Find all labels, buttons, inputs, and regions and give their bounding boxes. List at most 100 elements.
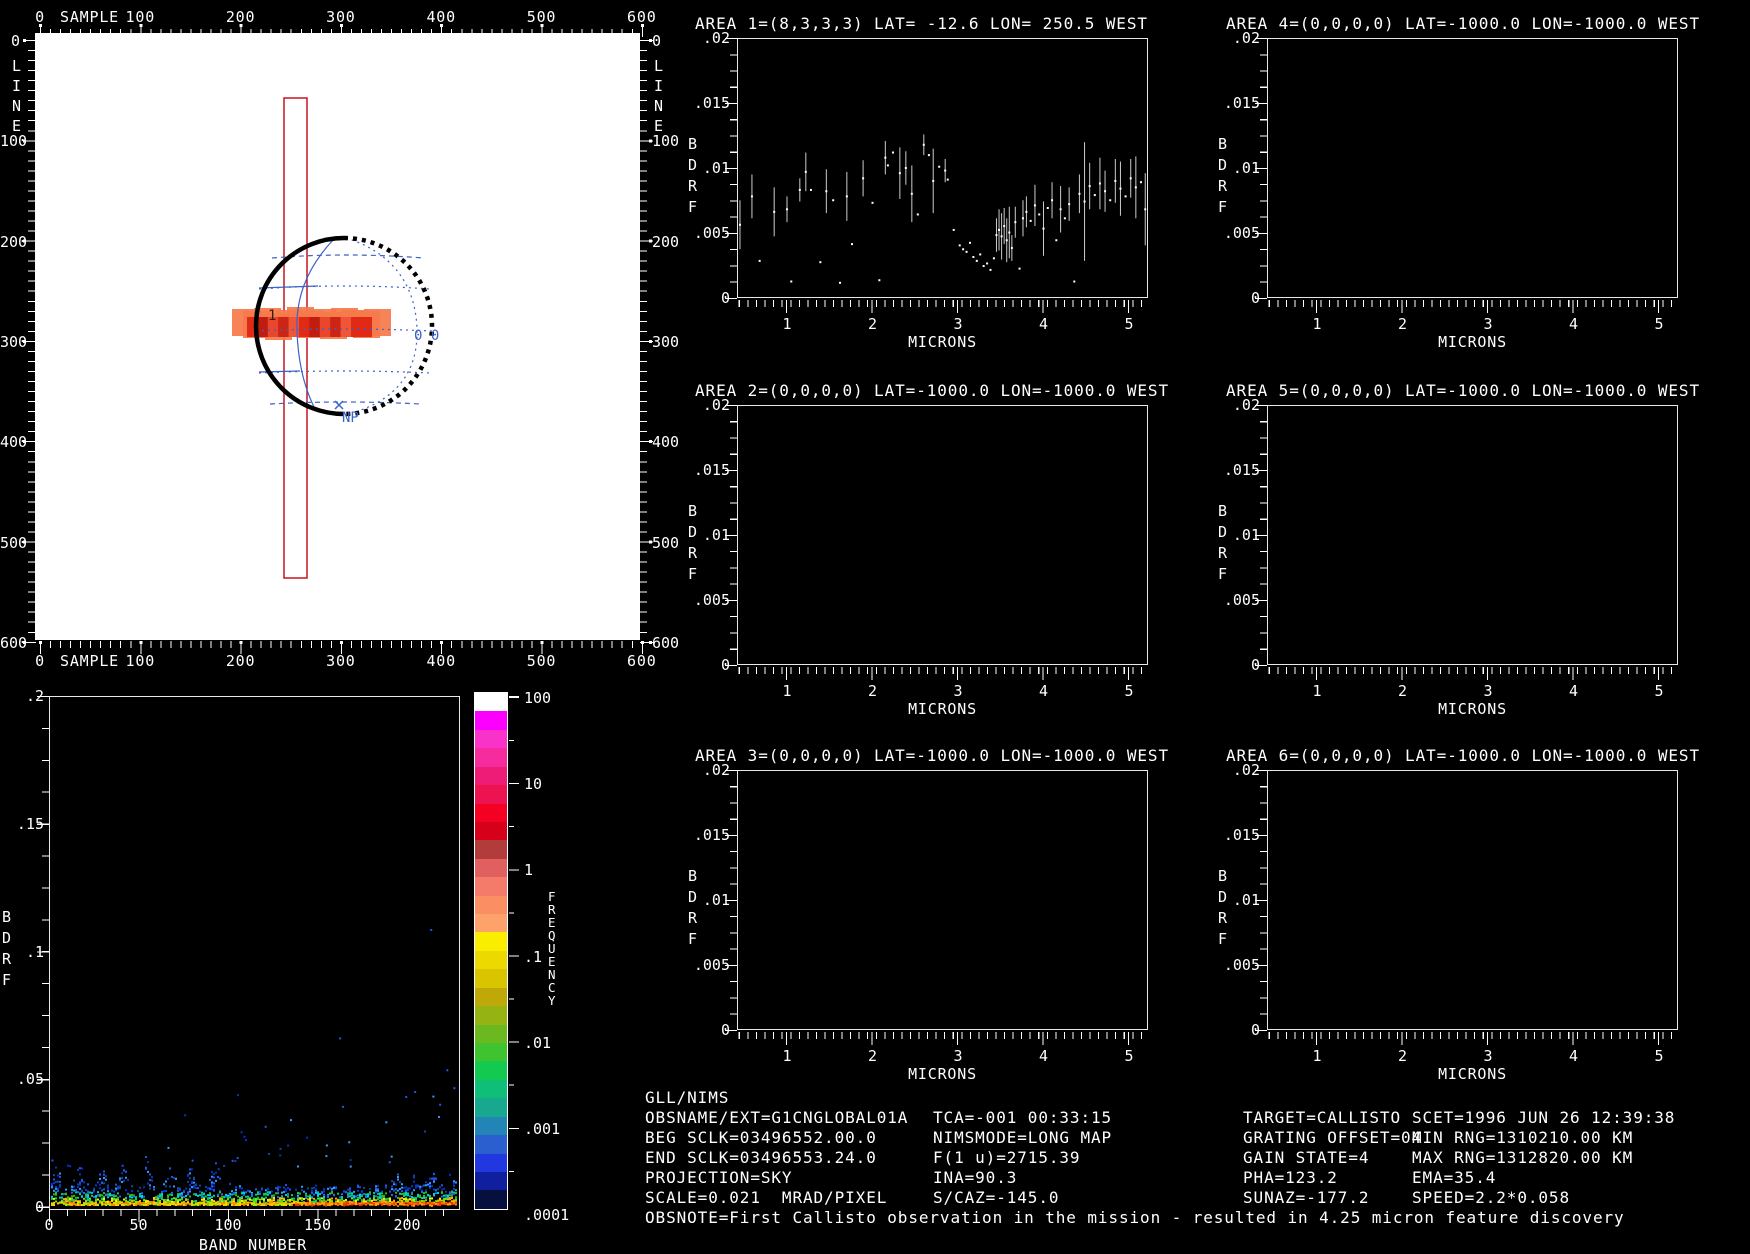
spectrum-y-major-ticks — [725, 38, 737, 299]
density-y-tick-label: .15 — [16, 814, 44, 833]
colorbar-tick-label: 100 — [524, 689, 552, 707]
spectrum-y-tick-label: .01 — [702, 159, 730, 177]
colorbar-tick-label: 1 — [524, 861, 534, 880]
spectrum-title-area-2: AREA 2=(0,0,0,0) LAT=-1000.0 LON=-1000.0… — [695, 381, 1169, 400]
spectrum-y-axis-label: BDRF — [688, 502, 698, 583]
spectrum-x-tick-label: 4 — [1568, 315, 1579, 333]
info-field: GAIN STATE=4 — [1243, 1148, 1370, 1167]
spectrum-x-tick-label: 4 — [1568, 1047, 1579, 1065]
info-field: NIMSMODE=LONG MAP — [933, 1128, 1113, 1147]
info-field: MAX RNG=1312820.00 KM — [1412, 1148, 1634, 1167]
spectrum-x-axis-label: MICRONS — [1438, 700, 1507, 718]
info-obsnote: OBSNOTE=First Callisto observation in th… — [645, 1208, 1625, 1227]
spectrum-x-tick-label: 2 — [1397, 682, 1408, 700]
spectrum-x-tick-label: 5 — [1654, 1047, 1664, 1065]
colorbar-band — [475, 1190, 507, 1209]
spectrum-y-tick-label: .02 — [1232, 761, 1260, 779]
spectrum-x-tick-label: 1 — [1312, 1047, 1322, 1065]
north-pole-marker — [334, 400, 344, 410]
density-x-tick-label: 0 — [44, 1216, 54, 1234]
spectrum-x-tick-label: 2 — [1397, 315, 1408, 333]
spectrum-x-tick-label: 2 — [1397, 1047, 1408, 1065]
info-field: PHA=123.2 — [1243, 1168, 1338, 1187]
info-field: F(1 u)=2715.39 — [933, 1148, 1081, 1167]
spectrum-y-tick-label: 0 — [1205, 656, 1260, 674]
spectrum-y-tick-label: .015 — [693, 94, 730, 112]
spectrum-y-tick-label: 0 — [1205, 1021, 1260, 1039]
colorbar-band — [475, 950, 507, 970]
colorbar-band — [475, 1079, 507, 1099]
info-field: SCET=1996 JUN 26 12:39:38 — [1412, 1108, 1676, 1127]
spectrum-y-tick-label: 0 — [675, 289, 730, 307]
info-field: INA=90.3 — [933, 1168, 1018, 1187]
spectrum-y-tick-label: .005 — [1223, 591, 1260, 609]
density-x-tick-label: 100 — [214, 1216, 242, 1234]
info-field: SCALE=0.021 MRAD/PIXEL — [645, 1188, 888, 1207]
info-field: EMA=35.4 — [1412, 1168, 1497, 1187]
spectrum-title-area-4: AREA 4=(0,0,0,0) LAT=-1000.0 LON=-1000.0… — [1226, 14, 1700, 33]
spectrum-y-tick-label: .005 — [693, 591, 730, 609]
spectrum-plot-area-area-5 — [1267, 405, 1678, 665]
colorbar-band — [475, 1171, 507, 1191]
density-x-tick-label: 50 — [129, 1216, 148, 1234]
spectrum-x-axis-label: MICRONS — [908, 700, 977, 718]
info-field: PROJECTION=SKY — [645, 1168, 793, 1187]
colorbar-title: FREQUENCY — [548, 889, 556, 1008]
lat-lon-origin-label: 0 0 — [414, 328, 439, 344]
colorbar-band — [475, 1116, 507, 1136]
info-field: TCA=-001 00:33:15 — [933, 1108, 1113, 1127]
colorbar-band — [475, 987, 507, 1007]
spectrum-x-axis-label: MICRONS — [1438, 1065, 1507, 1083]
info-field: S/CAZ=-145.0 — [933, 1188, 1060, 1207]
colorbar-major-ticks — [509, 692, 519, 1210]
spectrum-y-tick-label: .015 — [1223, 461, 1260, 479]
colorbar-band — [475, 840, 507, 859]
spectrum-x-tick-label: 1 — [1312, 682, 1322, 700]
spectrum-y-tick-label: .005 — [693, 956, 730, 974]
spectrum-x-major-ticks — [737, 300, 1148, 313]
spectrum-y-tick-label: .015 — [693, 461, 730, 479]
colorbar-band — [475, 748, 507, 767]
spectrum-x-tick-label: 5 — [1124, 682, 1134, 700]
colorbar-band — [475, 729, 507, 749]
density-x-axis-label: BAND NUMBER — [198, 1236, 308, 1254]
spectrum-y-tick-label: .02 — [1232, 29, 1260, 47]
colorbar-band — [475, 1098, 507, 1117]
colorbar-tick-label: .1 — [524, 947, 543, 966]
density-plot-area — [49, 696, 460, 1210]
spectrum-x-major-ticks — [737, 667, 1148, 680]
globe-projection: NP 0 0 1 — [232, 97, 439, 579]
spectrum-y-tick-label: .005 — [1223, 224, 1260, 242]
spectrum-x-tick-label: 3 — [953, 682, 963, 700]
colorbar-band — [475, 693, 507, 712]
spectrum-y-tick-label: .01 — [1232, 526, 1260, 544]
frequency-colorbar — [474, 692, 508, 1210]
spectrum-x-tick-label: 4 — [1038, 682, 1049, 700]
spectrum-y-axis-label: BDRF — [1218, 867, 1228, 948]
spectrum-plot-area-area-6 — [1267, 770, 1678, 1030]
spectrum-scatter-area-1 — [738, 134, 1147, 284]
spectrum-x-tick-label: 3 — [953, 1047, 963, 1065]
spectrum-x-tick-label: 1 — [782, 315, 792, 333]
colorbar-band — [475, 895, 507, 915]
spectrum-title-area-5: AREA 5=(0,0,0,0) LAT=-1000.0 LON=-1000.0… — [1226, 381, 1700, 400]
spectrum-title-area-1: AREA 1=(8,3,3,3) LAT= -12.6 LON= 250.5 W… — [695, 14, 1148, 33]
spectrum-y-tick-label: .02 — [702, 396, 730, 414]
spectrum-x-tick-label: 4 — [1568, 682, 1579, 700]
spectrum-x-tick-label: 2 — [867, 682, 878, 700]
colorbar-band — [475, 1024, 507, 1044]
spectrum-x-tick-label: 3 — [1483, 682, 1493, 700]
north-pole-label: NP — [342, 410, 359, 426]
spectrum-title-area-6: AREA 6=(0,0,0,0) LAT=-1000.0 LON=-1000.0… — [1226, 746, 1700, 765]
colorbar-band — [475, 1061, 507, 1080]
sky-map-panel: 0 0 100 100 200 200 300 300 400 400 500 500 600 600 SA… — [0, 0, 679, 670]
spectrum-y-major-ticks — [725, 405, 737, 666]
spectrum-x-major-ticks — [1267, 300, 1678, 313]
area-1-marker: 1 — [268, 308, 276, 324]
density-y-tick-label: .2 — [25, 687, 44, 705]
spectrum-y-tick-label: .01 — [702, 891, 730, 909]
colorbar-band — [475, 914, 507, 933]
colorbar-band — [475, 877, 507, 896]
spectrum-x-tick-label: 5 — [1124, 315, 1134, 333]
spectrum-x-tick-label: 5 — [1654, 315, 1664, 333]
